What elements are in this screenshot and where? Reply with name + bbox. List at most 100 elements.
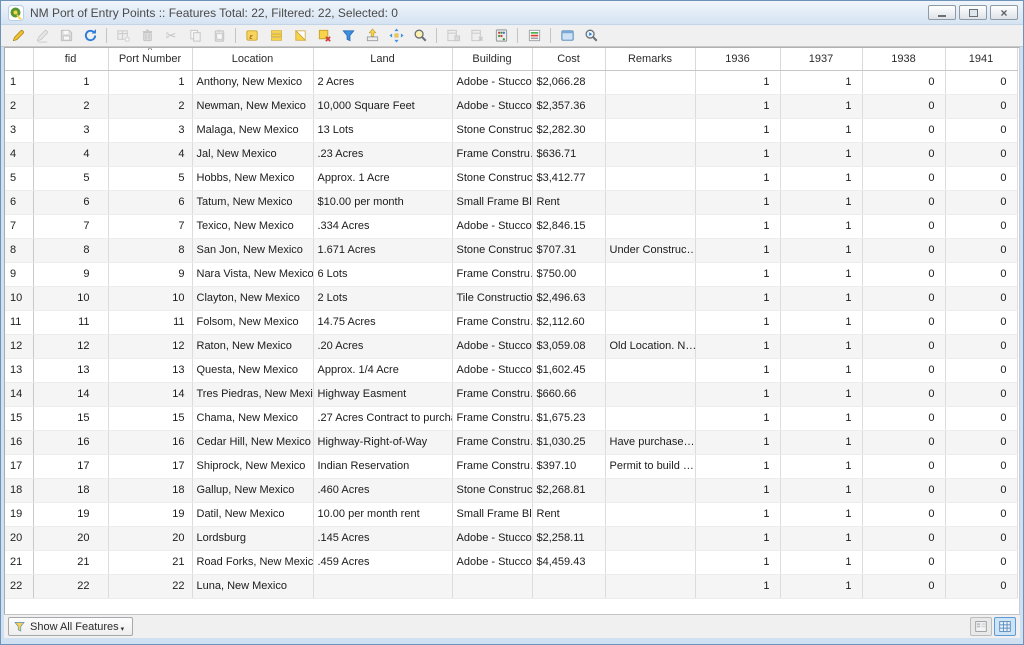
row-number[interactable]: 6 bbox=[5, 190, 33, 214]
cell-building[interactable]: Stone Construc… bbox=[452, 118, 532, 142]
cell-fid[interactable]: 6 bbox=[33, 190, 108, 214]
cell-y1936[interactable]: 1 bbox=[695, 502, 780, 526]
cell-location[interactable]: Questa, New Mexico bbox=[192, 358, 313, 382]
cell-land[interactable]: .460 Acres bbox=[313, 478, 452, 502]
cell-land[interactable]: .145 Acres bbox=[313, 526, 452, 550]
cell-cost[interactable]: $2,268.81 bbox=[532, 478, 605, 502]
cell-port[interactable]: 12 bbox=[108, 334, 192, 358]
cell-y1937[interactable]: 1 bbox=[780, 262, 862, 286]
cell-y1938[interactable]: 0 bbox=[862, 382, 945, 406]
cell-building[interactable]: Adobe - Stucco bbox=[452, 358, 532, 382]
cell-fid[interactable]: 4 bbox=[33, 142, 108, 166]
cell-y1936[interactable]: 1 bbox=[695, 70, 780, 94]
cell-y1941[interactable]: 0 bbox=[945, 118, 1017, 142]
cell-y1936[interactable]: 1 bbox=[695, 214, 780, 238]
multi-edit-mode-button[interactable] bbox=[31, 26, 53, 46]
cell-land[interactable]: 2 Acres bbox=[313, 70, 452, 94]
cell-land[interactable]: Highway-Right-of-Way bbox=[313, 430, 452, 454]
cell-building[interactable]: Stone Construc… bbox=[452, 166, 532, 190]
cell-port[interactable]: 7 bbox=[108, 214, 192, 238]
cell-cost[interactable]: $2,112.60 bbox=[532, 310, 605, 334]
cell-fid[interactable]: 22 bbox=[33, 574, 108, 598]
cell-location[interactable]: Road Forks, New Mexico bbox=[192, 550, 313, 574]
cell-y1941[interactable]: 0 bbox=[945, 574, 1017, 598]
cell-y1936[interactable]: 1 bbox=[695, 358, 780, 382]
cell-y1941[interactable]: 0 bbox=[945, 478, 1017, 502]
cell-y1936[interactable]: 1 bbox=[695, 478, 780, 502]
cell-location[interactable]: Newman, New Mexico bbox=[192, 94, 313, 118]
reload-table-button[interactable] bbox=[79, 26, 101, 46]
row-number[interactable]: 9 bbox=[5, 262, 33, 286]
cell-land[interactable]: 13 Lots bbox=[313, 118, 452, 142]
cell-location[interactable]: Cedar Hill, New Mexico bbox=[192, 430, 313, 454]
cell-location[interactable]: Datil, New Mexico bbox=[192, 502, 313, 526]
cell-land[interactable]: 6 Lots bbox=[313, 262, 452, 286]
row-number[interactable]: 12 bbox=[5, 334, 33, 358]
cell-remarks[interactable] bbox=[605, 166, 695, 190]
cell-fid[interactable]: 10 bbox=[33, 286, 108, 310]
cell-cost[interactable]: $3,412.77 bbox=[532, 166, 605, 190]
table-view-toggle[interactable] bbox=[994, 617, 1016, 636]
paste-features-button[interactable] bbox=[208, 26, 230, 46]
cell-remarks[interactable] bbox=[605, 310, 695, 334]
cell-remarks[interactable] bbox=[605, 286, 695, 310]
cell-location[interactable]: Shiprock, New Mexico bbox=[192, 454, 313, 478]
cell-fid[interactable]: 20 bbox=[33, 526, 108, 550]
cell-port[interactable]: 13 bbox=[108, 358, 192, 382]
row-number[interactable]: 21 bbox=[5, 550, 33, 574]
cell-remarks[interactable] bbox=[605, 70, 695, 94]
cell-building[interactable]: Adobe - Stucco bbox=[452, 334, 532, 358]
cell-y1936[interactable]: 1 bbox=[695, 334, 780, 358]
cell-fid[interactable]: 5 bbox=[33, 166, 108, 190]
cell-land[interactable]: .27 Acres Contract to purchase bbox=[313, 406, 452, 430]
cell-y1937[interactable]: 1 bbox=[780, 382, 862, 406]
cell-fid[interactable]: 13 bbox=[33, 358, 108, 382]
zoom-to-selection-button[interactable] bbox=[409, 26, 431, 46]
cell-y1937[interactable]: 1 bbox=[780, 406, 862, 430]
cell-y1937[interactable]: 1 bbox=[780, 430, 862, 454]
cell-y1936[interactable]: 1 bbox=[695, 166, 780, 190]
cell-y1936[interactable]: 1 bbox=[695, 550, 780, 574]
cell-y1938[interactable]: 0 bbox=[862, 118, 945, 142]
cell-remarks[interactable] bbox=[605, 190, 695, 214]
minimize-button[interactable] bbox=[928, 5, 956, 20]
column-header-remarks[interactable]: Remarks bbox=[605, 48, 695, 70]
cell-building[interactable]: Adobe - Stucco bbox=[452, 214, 532, 238]
cell-y1937[interactable]: 1 bbox=[780, 334, 862, 358]
row-number[interactable]: 18 bbox=[5, 478, 33, 502]
cell-building[interactable]: Small Frame Bl… bbox=[452, 502, 532, 526]
cell-location[interactable]: Raton, New Mexico bbox=[192, 334, 313, 358]
cell-y1938[interactable]: 0 bbox=[862, 502, 945, 526]
cell-y1941[interactable]: 0 bbox=[945, 406, 1017, 430]
cell-y1938[interactable]: 0 bbox=[862, 166, 945, 190]
cell-port[interactable]: 11 bbox=[108, 310, 192, 334]
column-header-port[interactable]: Port Number^ bbox=[108, 48, 192, 70]
cell-cost[interactable]: $750.00 bbox=[532, 262, 605, 286]
save-edits-button[interactable] bbox=[55, 26, 77, 46]
cell-y1936[interactable]: 1 bbox=[695, 574, 780, 598]
cell-building[interactable]: Frame Constru… bbox=[452, 454, 532, 478]
cell-y1941[interactable]: 0 bbox=[945, 166, 1017, 190]
cell-y1937[interactable]: 1 bbox=[780, 70, 862, 94]
cell-building[interactable]: Frame Constru… bbox=[452, 382, 532, 406]
cell-y1938[interactable]: 0 bbox=[862, 574, 945, 598]
cell-port[interactable]: 19 bbox=[108, 502, 192, 526]
cell-y1937[interactable]: 1 bbox=[780, 142, 862, 166]
cell-y1941[interactable]: 0 bbox=[945, 262, 1017, 286]
column-header-y1936[interactable]: 1936 bbox=[695, 48, 780, 70]
cell-y1938[interactable]: 0 bbox=[862, 478, 945, 502]
cell-y1938[interactable]: 0 bbox=[862, 550, 945, 574]
column-header-building[interactable]: Building bbox=[452, 48, 532, 70]
cell-y1938[interactable]: 0 bbox=[862, 142, 945, 166]
row-number[interactable]: 19 bbox=[5, 502, 33, 526]
cell-fid[interactable]: 2 bbox=[33, 94, 108, 118]
cell-remarks[interactable]: Old Location. N… bbox=[605, 334, 695, 358]
titlebar[interactable]: NM Port of Entry Points :: Features Tota… bbox=[1, 1, 1023, 25]
cell-y1941[interactable]: 0 bbox=[945, 190, 1017, 214]
cell-cost[interactable]: $1,675.23 bbox=[532, 406, 605, 430]
cell-port[interactable]: 14 bbox=[108, 382, 192, 406]
cell-building[interactable]: Adobe - Stucco bbox=[452, 526, 532, 550]
cell-y1941[interactable]: 0 bbox=[945, 94, 1017, 118]
cut-features-button[interactable]: ✂ bbox=[160, 26, 182, 46]
cell-port[interactable]: 2 bbox=[108, 94, 192, 118]
